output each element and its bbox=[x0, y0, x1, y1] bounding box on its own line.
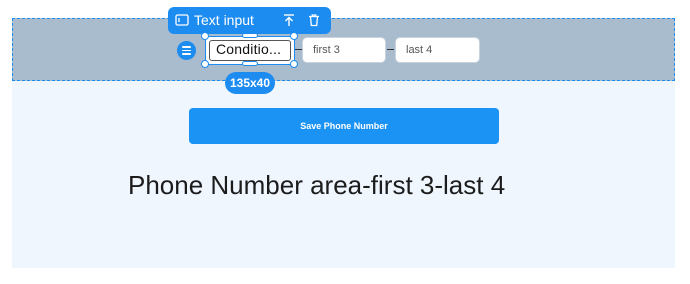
first-3-placeholder: first 3 bbox=[313, 44, 340, 56]
separator-dash bbox=[295, 49, 302, 51]
save-phone-number-button[interactable]: Save Phone Number bbox=[189, 108, 499, 144]
separator-dash bbox=[387, 49, 394, 51]
resize-handle-top[interactable] bbox=[242, 33, 258, 38]
trash-icon[interactable] bbox=[307, 13, 321, 27]
last-4-input[interactable]: last 4 bbox=[395, 37, 480, 63]
phone-number-heading: Phone Number area-first 3-last 4 bbox=[128, 170, 506, 200]
resize-handle-bottom-right[interactable] bbox=[290, 60, 298, 68]
text-input-icon bbox=[175, 14, 189, 26]
resize-handle-top-left[interactable] bbox=[201, 32, 209, 40]
resize-handle-bottom[interactable] bbox=[242, 61, 258, 66]
row-menu-handle[interactable] bbox=[177, 41, 196, 60]
resize-handle-bottom-left[interactable] bbox=[201, 60, 209, 68]
first-3-input[interactable]: first 3 bbox=[302, 37, 386, 63]
last-4-placeholder: last 4 bbox=[406, 44, 433, 56]
size-badge: 135x40 bbox=[225, 72, 275, 94]
selected-text-input-value: Conditio... bbox=[216, 41, 282, 57]
toolbar-label: Text input bbox=[194, 12, 254, 28]
move-up-icon[interactable] bbox=[282, 13, 296, 27]
resize-handle-top-right[interactable] bbox=[290, 32, 298, 40]
element-toolbar: Text input bbox=[168, 7, 331, 34]
